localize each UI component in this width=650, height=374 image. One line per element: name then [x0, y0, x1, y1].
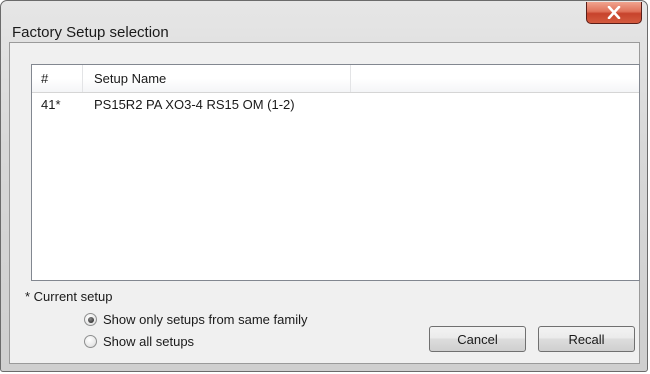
- setup-name: PS15R2 PA XO3-4 RS15 OM (1-2): [94, 97, 295, 112]
- column-header-empty[interactable]: [351, 65, 639, 92]
- setup-list[interactable]: # Setup Name 41* PS15R2 PA XO3-4 RS15 OM…: [31, 64, 640, 281]
- column-header-number[interactable]: #: [32, 65, 83, 92]
- setup-number: 41*: [41, 97, 61, 112]
- radio-button-checked[interactable]: [84, 313, 97, 326]
- title-bar[interactable]: Factory Setup selection: [1, 1, 647, 41]
- list-header: # Setup Name: [32, 65, 639, 93]
- list-item[interactable]: 41* PS15R2 PA XO3-4 RS15 OM (1-2): [32, 95, 639, 115]
- cancel-button[interactable]: Cancel: [429, 326, 526, 352]
- current-setup-note: * Current setup: [25, 289, 113, 304]
- recall-button[interactable]: Recall: [538, 326, 635, 352]
- close-x-icon: [607, 6, 621, 19]
- radio-same-family-label: Show only setups from same family: [103, 312, 308, 327]
- radio-all-setups-label: Show all setups: [103, 334, 195, 349]
- radio-button-unchecked[interactable]: [84, 335, 97, 348]
- dialog-window: Factory Setup selection # Setup Name 41*…: [0, 0, 648, 372]
- window-title: Factory Setup selection: [12, 24, 169, 41]
- close-button[interactable]: [586, 2, 642, 24]
- dialog-client-area: # Setup Name 41* PS15R2 PA XO3-4 RS15 OM…: [9, 42, 640, 364]
- column-header-setup-name[interactable]: Setup Name: [83, 65, 351, 92]
